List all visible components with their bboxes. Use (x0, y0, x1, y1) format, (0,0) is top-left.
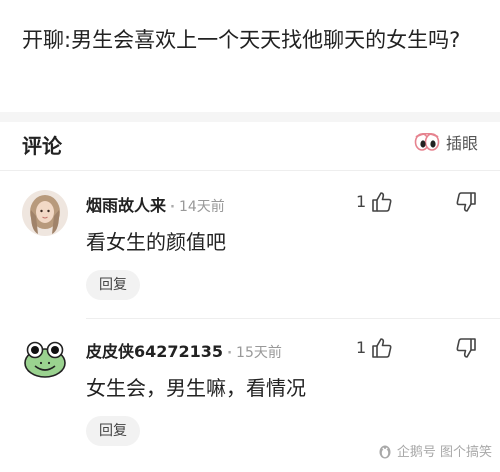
comment-body: 女生会，男生嘛，看情况 (86, 376, 306, 400)
comment-item: 皮皮侠64272135 · 15天前 1 女生会，男生嘛，看情况 回复 (0, 328, 500, 458)
avatar-girl-image (22, 190, 68, 236)
like-count: 1 (356, 338, 367, 357)
eyes-icon (414, 133, 440, 151)
comment-time: 14天前 (178, 199, 225, 215)
thumbs-down-icon[interactable] (454, 190, 478, 214)
comment-username[interactable]: 烟雨故人来 · 14天前 (86, 192, 225, 216)
thumbs-down-icon[interactable] (454, 336, 478, 360)
comment-time: 15天前 (236, 345, 282, 361)
article-comments-page: 开聊:男生会喜欢上一个天天找他聊天的女生吗? 评论 插眼 烟雨故人来 · 14天… (0, 0, 500, 472)
insert-eye-button[interactable]: 插眼 (414, 130, 478, 154)
penguin-icon (379, 445, 391, 458)
watermark: 企鹅号 图个搞笑 (378, 441, 492, 460)
reply-button[interactable]: 回复 (86, 270, 140, 300)
watermark-text: 企鹅号 图个搞笑 (396, 445, 492, 460)
insert-label: 插眼 (445, 134, 478, 153)
comment-separator (86, 318, 500, 319)
section-divider (0, 112, 500, 122)
thumbs-up-icon[interactable] (370, 190, 394, 214)
avatar-frog-image (22, 336, 68, 382)
comment-username[interactable]: 皮皮侠64272135 · 15天前 (86, 338, 282, 362)
like-count: 1 (356, 192, 367, 211)
avatar[interactable] (22, 336, 68, 382)
comment-body: 看女生的颜值吧 (86, 230, 226, 254)
comments-title: 评论 (22, 134, 62, 158)
question-title: 开聊:男生会喜欢上一个天天找他聊天的女生吗? (22, 28, 461, 52)
reply-button[interactable]: 回复 (86, 416, 140, 446)
thumbs-up-icon[interactable] (370, 336, 394, 360)
comments-header: 评论 插眼 (0, 122, 500, 171)
comment-item: 烟雨故人来 · 14天前 1 看女生的颜值吧 回复 (0, 182, 500, 312)
avatar[interactable] (22, 190, 68, 236)
